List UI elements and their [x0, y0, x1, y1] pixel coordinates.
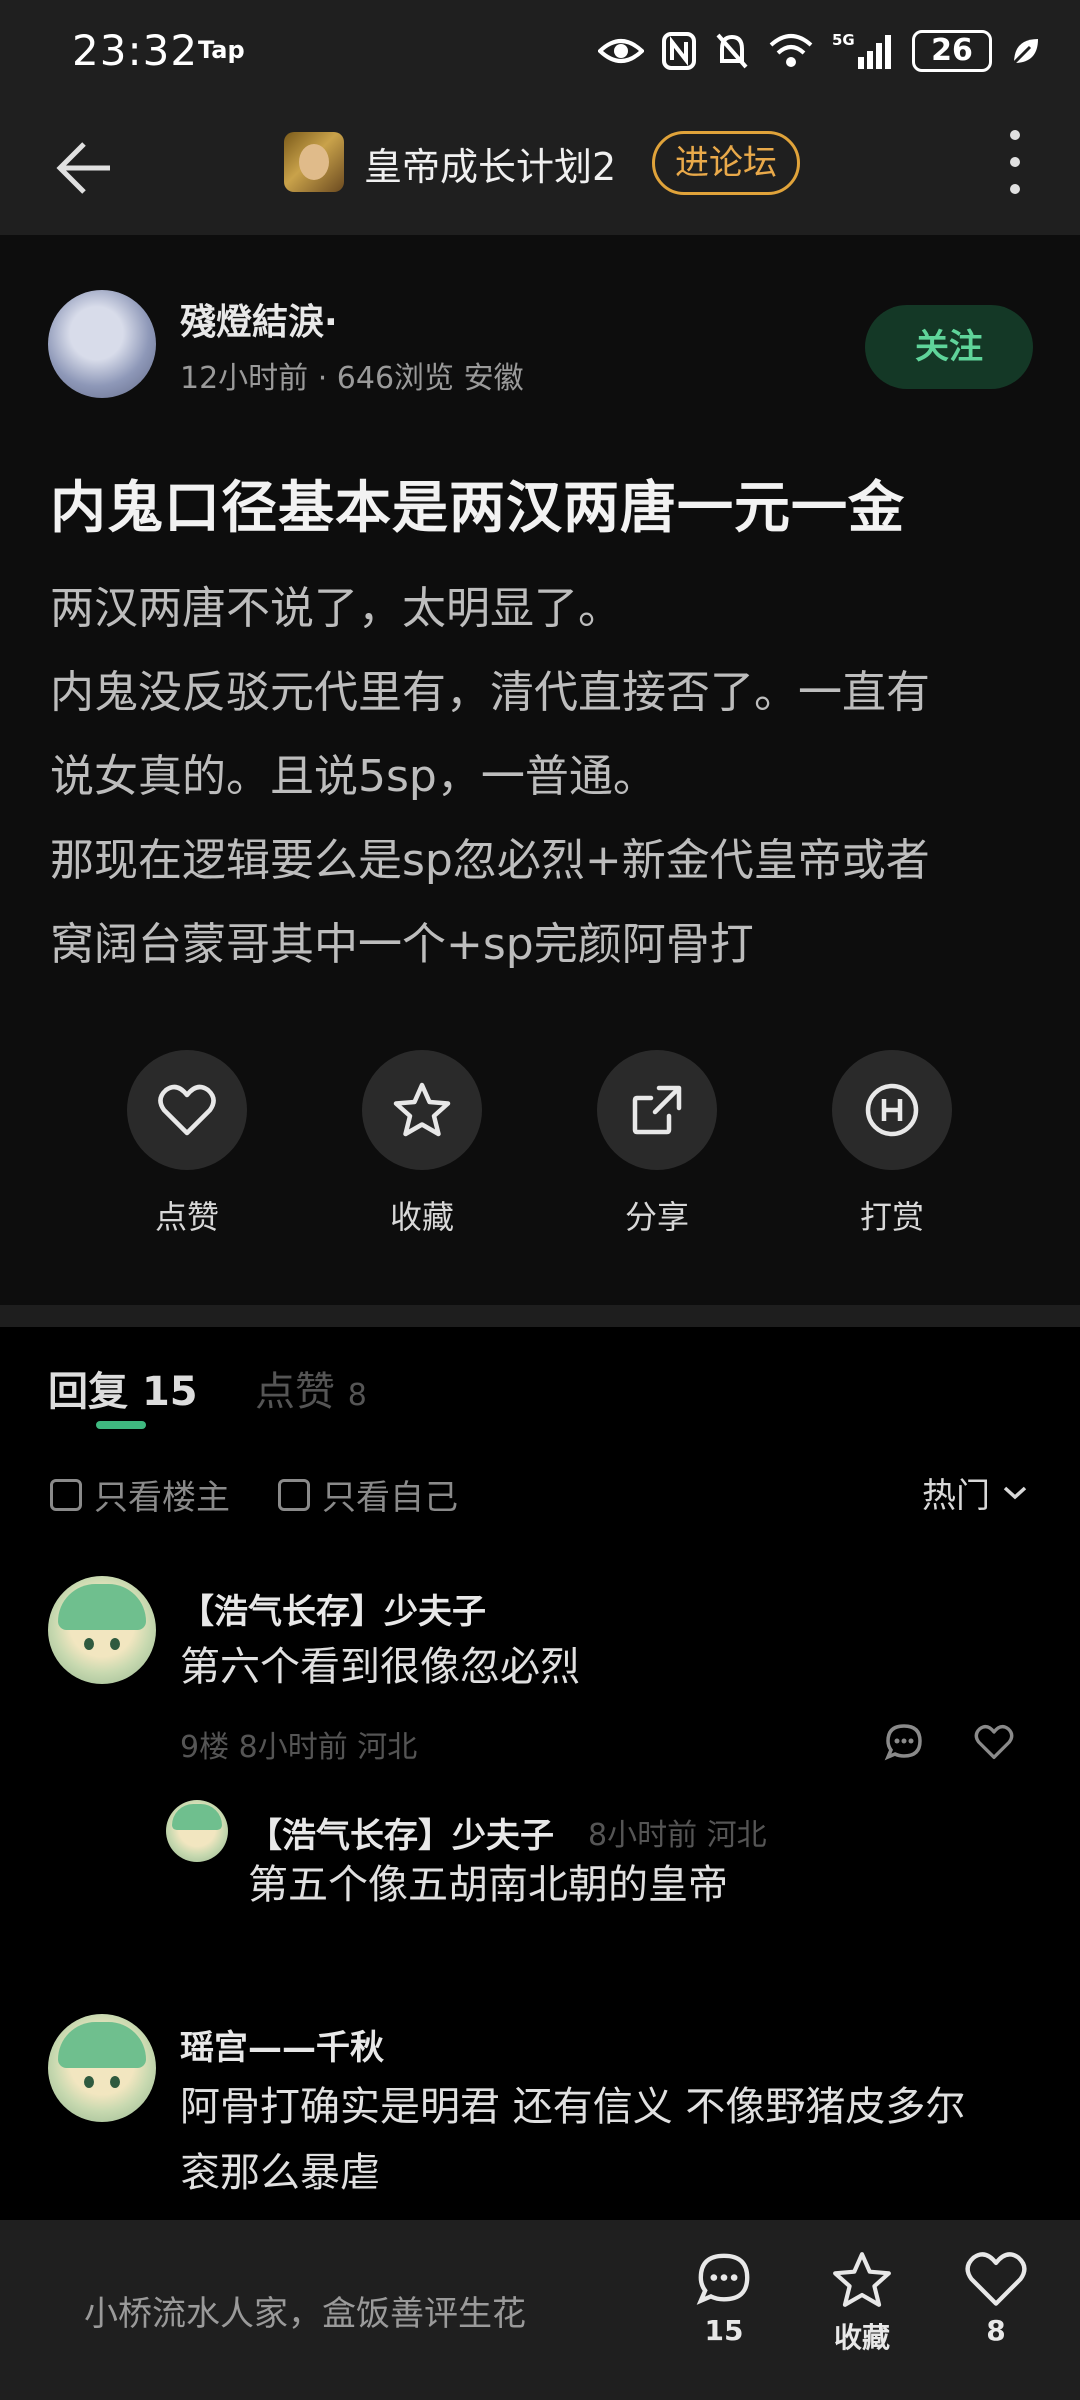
share-action[interactable]: 分享: [592, 1050, 722, 1238]
post-meta: 12小时前 · 646浏览 安徽: [180, 361, 524, 396]
comment-tabs: 回复 15 点赞 8: [0, 1327, 1080, 1429]
post-body-line: 那现在逻辑要么是sp忽必烈+新金代皇帝或者: [50, 835, 930, 886]
author-name[interactable]: 殘燈結淚·: [180, 293, 338, 345]
chevron-down-icon: [1003, 1486, 1027, 1499]
active-tab-indicator: [96, 1421, 146, 1429]
enter-forum-button[interactable]: 进论坛: [652, 131, 800, 195]
collect-action[interactable]: 收藏: [357, 1050, 487, 1238]
signal-5g-icon: 5G: [832, 31, 891, 69]
star-icon: [393, 1082, 451, 1137]
follow-button[interactable]: 关注: [865, 305, 1033, 389]
post-body-line: 内鬼没反驳元代里有，清代直接否了。一直有: [50, 667, 930, 718]
tab-likes-label: 点赞: [255, 1369, 335, 1415]
star-icon: [833, 2252, 891, 2307]
like-action-label: 点赞: [154, 1198, 219, 1236]
commenter-name[interactable]: 瑶宫——千秋: [180, 2020, 384, 2069]
comment-bubble-icon: [696, 2253, 750, 2305]
tab-likes-count: 8: [347, 1378, 367, 1413]
comment-filters: 只看楼主 只看自己 热门: [0, 1460, 1080, 1520]
bottom-like-button[interactable]: 8: [946, 2250, 1046, 2347]
tab-replies-label: 回复: [48, 1369, 128, 1415]
sort-label: 热门: [922, 1476, 990, 1516]
post-card: 殘燈結淚· 12小时前 · 646浏览 安徽 关注 内鬼口径基本是两汉两唐一元一…: [0, 235, 1080, 1305]
post-body-line: 窝阔台蒙哥其中一个+sp完颜阿骨打: [50, 919, 754, 970]
bottom-bar: 小桥流水人家，盒饭善评生花 15 收藏 8: [0, 2220, 1080, 2400]
reply-avatar[interactable]: [166, 1800, 228, 1862]
checkbox-box: [50, 1478, 82, 1511]
bottom-collect-button[interactable]: 收藏: [812, 2250, 912, 2356]
reply-author-name[interactable]: 【浩气长存】少夫子: [248, 1808, 554, 1857]
status-bar: 23:32 Tap 5G 26: [0, 0, 1080, 100]
only-self-checkbox[interactable]: 只看自己: [278, 1470, 458, 1519]
commenter-name[interactable]: 【浩气长存】少夫子: [180, 1584, 486, 1633]
post-title: 内鬼口径基本是两汉两唐一元一金: [50, 476, 905, 541]
commenter-avatar[interactable]: [48, 2014, 156, 2122]
status-tap-tag: Tap: [198, 36, 245, 64]
post-body-line: 两汉两唐不说了，太明显了。: [50, 583, 622, 634]
tab-replies[interactable]: 回复 15: [48, 1359, 198, 1417]
top-nav: 皇帝成长计划2 进论坛: [0, 100, 1080, 235]
wifi-icon: [769, 34, 813, 67]
comment-meta: 9楼 8小时前 河北: [180, 1730, 418, 1765]
comment-text: 第六个看到很像忽必烈: [180, 1644, 580, 1690]
author-avatar[interactable]: [48, 290, 156, 398]
post-actions: 点赞 收藏 分享 打赏: [0, 1050, 1080, 1236]
share-action-label: 分享: [624, 1198, 689, 1236]
checkbox-box: [278, 1478, 310, 1511]
reply-text: 第五个像五胡南北朝的皇帝: [248, 1862, 728, 1908]
comment-text-line: 衮那么暴虐: [180, 2150, 380, 2196]
forum-title[interactable]: 皇帝成长计划2: [364, 136, 616, 191]
only-owner-label: 只看楼主: [94, 1478, 230, 1518]
commenter-avatar[interactable]: [48, 1576, 156, 1684]
reply-meta: 8小时前 河北: [588, 1818, 767, 1853]
only-owner-checkbox[interactable]: 只看楼主: [50, 1470, 230, 1519]
status-time: 23:32: [72, 26, 199, 75]
status-icons: 5G 26: [598, 26, 1040, 76]
reward-action[interactable]: 打赏: [827, 1050, 957, 1238]
share-icon: [632, 1085, 682, 1135]
eye-icon: [598, 39, 644, 63]
heart-icon: [965, 2252, 1027, 2306]
only-self-label: 只看自己: [322, 1478, 458, 1518]
like-action[interactable]: 点赞: [122, 1050, 252, 1238]
game-emperor-icon[interactable]: [284, 132, 344, 192]
svg-text:5G: 5G: [832, 31, 855, 49]
like-count: 8: [986, 2314, 1006, 2347]
back-arrow-icon[interactable]: [40, 128, 120, 208]
mute-bell-icon: [716, 33, 748, 69]
tab-replies-count: 15: [141, 1369, 198, 1415]
reward-action-label: 打赏: [859, 1198, 924, 1236]
comment-heart-icon[interactable]: [974, 1724, 1014, 1760]
bottom-comment-button[interactable]: 15: [674, 2250, 774, 2347]
more-options-icon[interactable]: [1000, 130, 1030, 204]
section-divider: [0, 1305, 1080, 1327]
heart-icon: [158, 1084, 216, 1136]
reward-icon: [865, 1083, 919, 1137]
sort-dropdown[interactable]: 热门: [922, 1468, 1028, 1517]
post-body: 两汉两唐不说了，太明显了。 内鬼没反驳元代里有，清代直接否了。一直有 说女真的。…: [50, 567, 1040, 987]
battery-indicator: 26: [912, 30, 992, 72]
collect-action-label: 收藏: [389, 1198, 454, 1236]
collect-label: 收藏: [833, 2321, 890, 2354]
comment-text-line: 阿骨打确实是明君 还有信义 不像野猪皮多尔: [180, 2084, 966, 2130]
reply-icon[interactable]: [884, 1722, 924, 1762]
nfc-icon: [662, 32, 696, 70]
leaf-icon: [1012, 39, 1038, 65]
post-body-line: 说女真的。且说5sp，一普通。: [50, 751, 657, 802]
tab-likes[interactable]: 点赞 8: [255, 1359, 367, 1417]
comment-count: 15: [704, 2314, 744, 2347]
comment-input[interactable]: 小桥流水人家，盒饭善评生花: [84, 2286, 526, 2335]
